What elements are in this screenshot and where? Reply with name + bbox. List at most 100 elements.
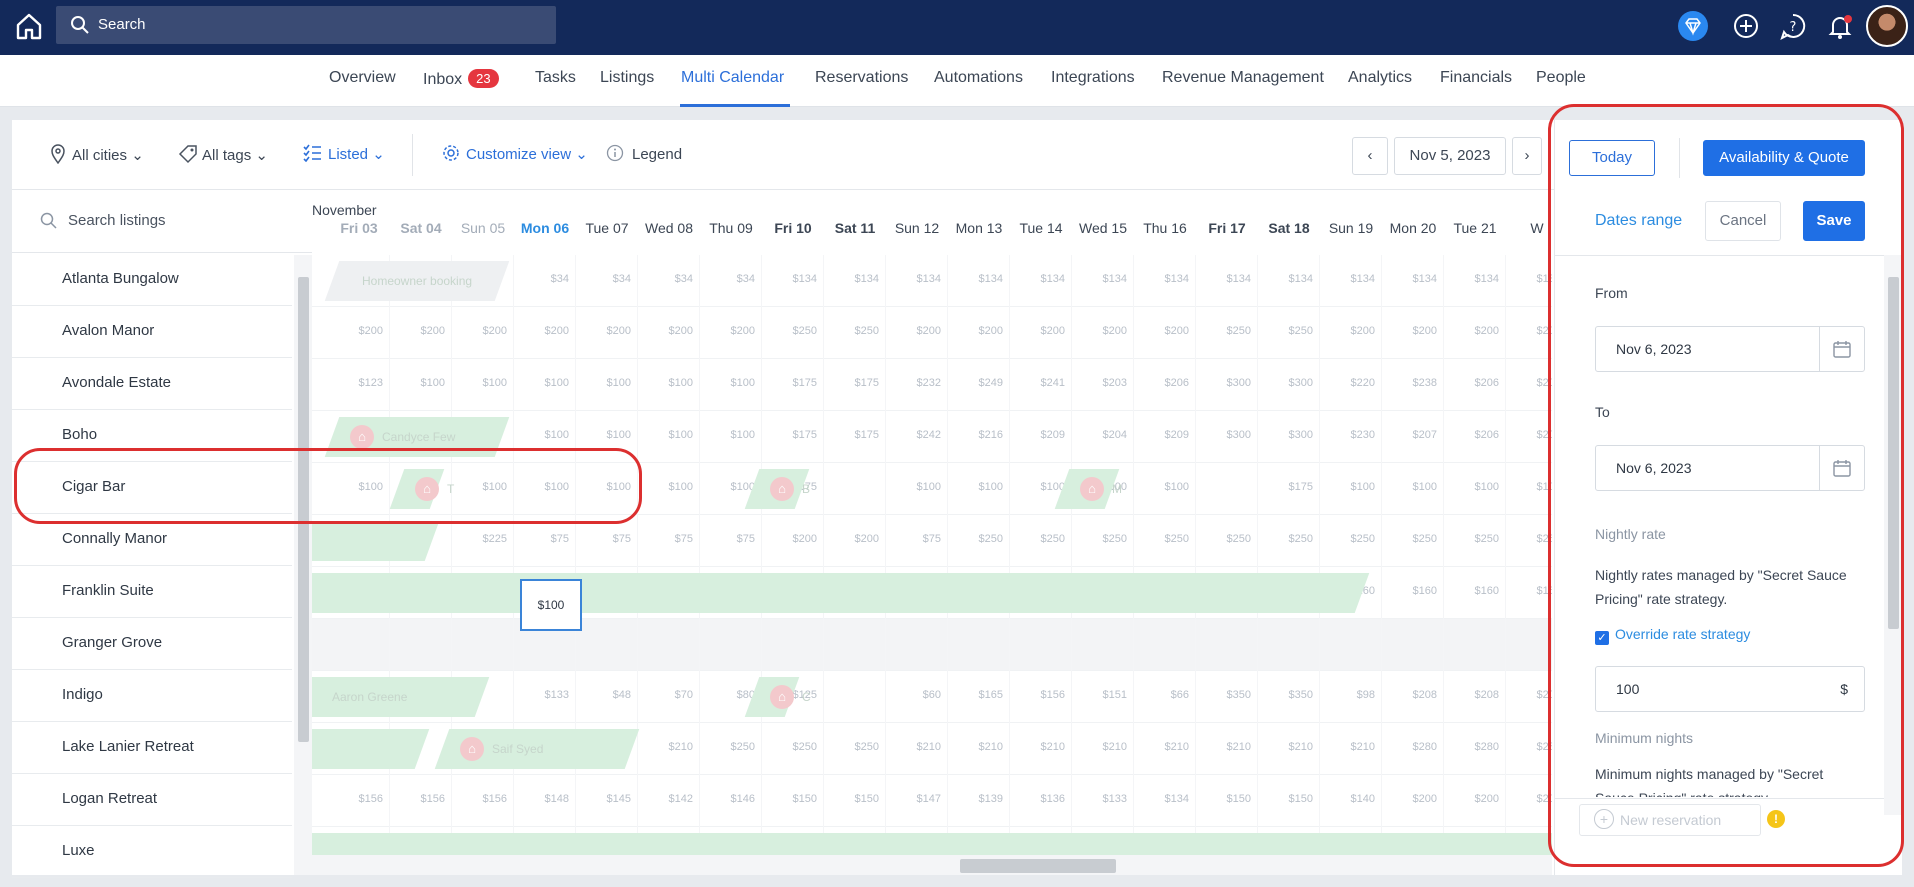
rate-cell[interactable]: [1382, 619, 1444, 671]
listing-item[interactable]: Avondale Estate: [12, 358, 292, 410]
rate-cell[interactable]: $203: [1072, 359, 1134, 411]
rate-cell[interactable]: $200: [1072, 307, 1134, 359]
rate-cell[interactable]: $142: [638, 775, 700, 827]
rate-cell[interactable]: $200: [576, 307, 638, 359]
rate-cell[interactable]: $175: [824, 359, 886, 411]
rate-cell[interactable]: $134: [1010, 255, 1072, 307]
rate-cell[interactable]: $134: [1072, 255, 1134, 307]
help-icon[interactable]: ?: [1778, 11, 1808, 41]
nav-analytics[interactable]: Analytics: [1348, 69, 1412, 87]
rate-cell[interactable]: $100: [700, 359, 762, 411]
rate-cell[interactable]: $160: [1506, 567, 1552, 619]
rate-input[interactable]: 100 $: [1595, 666, 1865, 712]
rate-cell[interactable]: $134: [1444, 255, 1506, 307]
rate-cell[interactable]: [1506, 619, 1552, 671]
rate-cell[interactable]: $210: [638, 723, 700, 775]
rate-cell[interactable]: $134: [1134, 255, 1196, 307]
rate-cell[interactable]: $200: [886, 307, 948, 359]
rate-cell[interactable]: $210: [1320, 723, 1382, 775]
listing-item[interactable]: Luxe: [12, 826, 292, 878]
rate-cell[interactable]: $200: [824, 515, 886, 567]
rate-cell[interactable]: [1444, 619, 1506, 671]
scrollbar-thumb[interactable]: [298, 277, 309, 742]
rate-cell[interactable]: $100: [1506, 463, 1552, 515]
rate-cell[interactable]: $100: [638, 411, 700, 463]
listing-item[interactable]: Indigo: [12, 670, 292, 722]
rate-cell[interactable]: $250: [1382, 515, 1444, 567]
rate-cell[interactable]: $210: [1196, 723, 1258, 775]
diamond-icon[interactable]: [1678, 11, 1708, 41]
rate-cell[interactable]: $250: [762, 723, 824, 775]
rate-cell[interactable]: $208: [1382, 671, 1444, 723]
rate-cell[interactable]: $34: [576, 255, 638, 307]
rate-cell[interactable]: [1196, 463, 1258, 515]
selected-rate-cell[interactable]: $100: [520, 579, 582, 631]
rate-cell[interactable]: $216: [948, 411, 1010, 463]
notifications-bell-icon[interactable]: [1825, 11, 1855, 41]
rate-cell[interactable]: [576, 619, 638, 671]
new-reservation-button[interactable]: + New reservation: [1579, 804, 1761, 836]
rate-cell[interactable]: $134: [948, 255, 1010, 307]
home-icon[interactable]: [14, 11, 44, 41]
listing-scrollbar[interactable]: [294, 255, 312, 875]
rate-cell[interactable]: $241: [1010, 359, 1072, 411]
rate-cell[interactable]: $175: [762, 411, 824, 463]
nav-listings[interactable]: Listings: [600, 69, 654, 87]
rate-cell[interactable]: $208: [1444, 671, 1506, 723]
rate-cell[interactable]: $200: [452, 307, 514, 359]
rate-cell[interactable]: $100: [514, 463, 576, 515]
rate-cell[interactable]: $200: [1444, 307, 1506, 359]
rate-cell[interactable]: $75: [638, 515, 700, 567]
rate-cell[interactable]: $250: [1444, 515, 1506, 567]
rate-cell[interactable]: [328, 619, 390, 671]
rate-cell[interactable]: [700, 619, 762, 671]
listing-item[interactable]: Cigar Bar: [12, 462, 292, 514]
rate-cell[interactable]: $150: [762, 775, 824, 827]
rate-cell[interactable]: [1010, 619, 1072, 671]
rate-cell[interactable]: $160: [1444, 567, 1506, 619]
rate-cell[interactable]: $100: [452, 463, 514, 515]
rate-cell[interactable]: $98: [1320, 671, 1382, 723]
listing-item[interactable]: Granger Grove: [12, 618, 292, 670]
listed-filter[interactable]: Listed ⌄: [302, 144, 385, 163]
rate-cell[interactable]: [824, 619, 886, 671]
rate-cell[interactable]: $100: [576, 359, 638, 411]
rate-cell[interactable]: $148: [514, 775, 576, 827]
prev-date-button[interactable]: ‹: [1352, 137, 1388, 175]
rate-cell[interactable]: $134: [886, 255, 948, 307]
rate-cell[interactable]: $100: [514, 359, 576, 411]
legend-button[interactable]: Legend: [606, 144, 682, 163]
rate-cell[interactable]: $250: [1258, 515, 1320, 567]
rate-cell[interactable]: $280: [1506, 723, 1552, 775]
rate-cell[interactable]: $156: [328, 775, 390, 827]
nav-multi-calendar[interactable]: Multi Calendar: [681, 69, 784, 87]
rate-cell[interactable]: $210: [1134, 723, 1196, 775]
rate-cell[interactable]: $250: [700, 723, 762, 775]
user-avatar[interactable]: [1866, 5, 1908, 47]
rate-cell[interactable]: $207: [1382, 411, 1444, 463]
rate-cell[interactable]: $134: [1320, 255, 1382, 307]
rate-cell[interactable]: $100: [514, 411, 576, 463]
rate-cell[interactable]: $134: [1196, 255, 1258, 307]
rate-cell[interactable]: $100: [700, 411, 762, 463]
rate-cell[interactable]: $250: [1506, 515, 1552, 567]
rate-cell[interactable]: $156: [1010, 671, 1072, 723]
rate-cell[interactable]: $210: [1258, 723, 1320, 775]
rate-cell[interactable]: $134: [824, 255, 886, 307]
rate-cell[interactable]: $300: [1258, 359, 1320, 411]
rate-cell[interactable]: $70: [638, 671, 700, 723]
rate-cell[interactable]: $145: [576, 775, 638, 827]
rate-cell[interactable]: $220: [1320, 359, 1382, 411]
listing-item[interactable]: Atlanta Bungalow: [12, 254, 292, 306]
rate-cell[interactable]: $350: [1196, 671, 1258, 723]
rate-cell[interactable]: $34: [638, 255, 700, 307]
nav-overview[interactable]: Overview: [329, 69, 396, 87]
rate-cell[interactable]: $48: [576, 671, 638, 723]
date-picker[interactable]: Nov 5, 2023: [1394, 137, 1506, 175]
to-date-field[interactable]: Nov 6, 2023: [1595, 445, 1865, 491]
rate-cell[interactable]: $250: [1196, 515, 1258, 567]
listing-item[interactable]: Lake Lanier Retreat: [12, 722, 292, 774]
rate-cell[interactable]: $134: [762, 255, 824, 307]
rate-cell[interactable]: [638, 619, 700, 671]
rate-cell[interactable]: $75: [700, 515, 762, 567]
